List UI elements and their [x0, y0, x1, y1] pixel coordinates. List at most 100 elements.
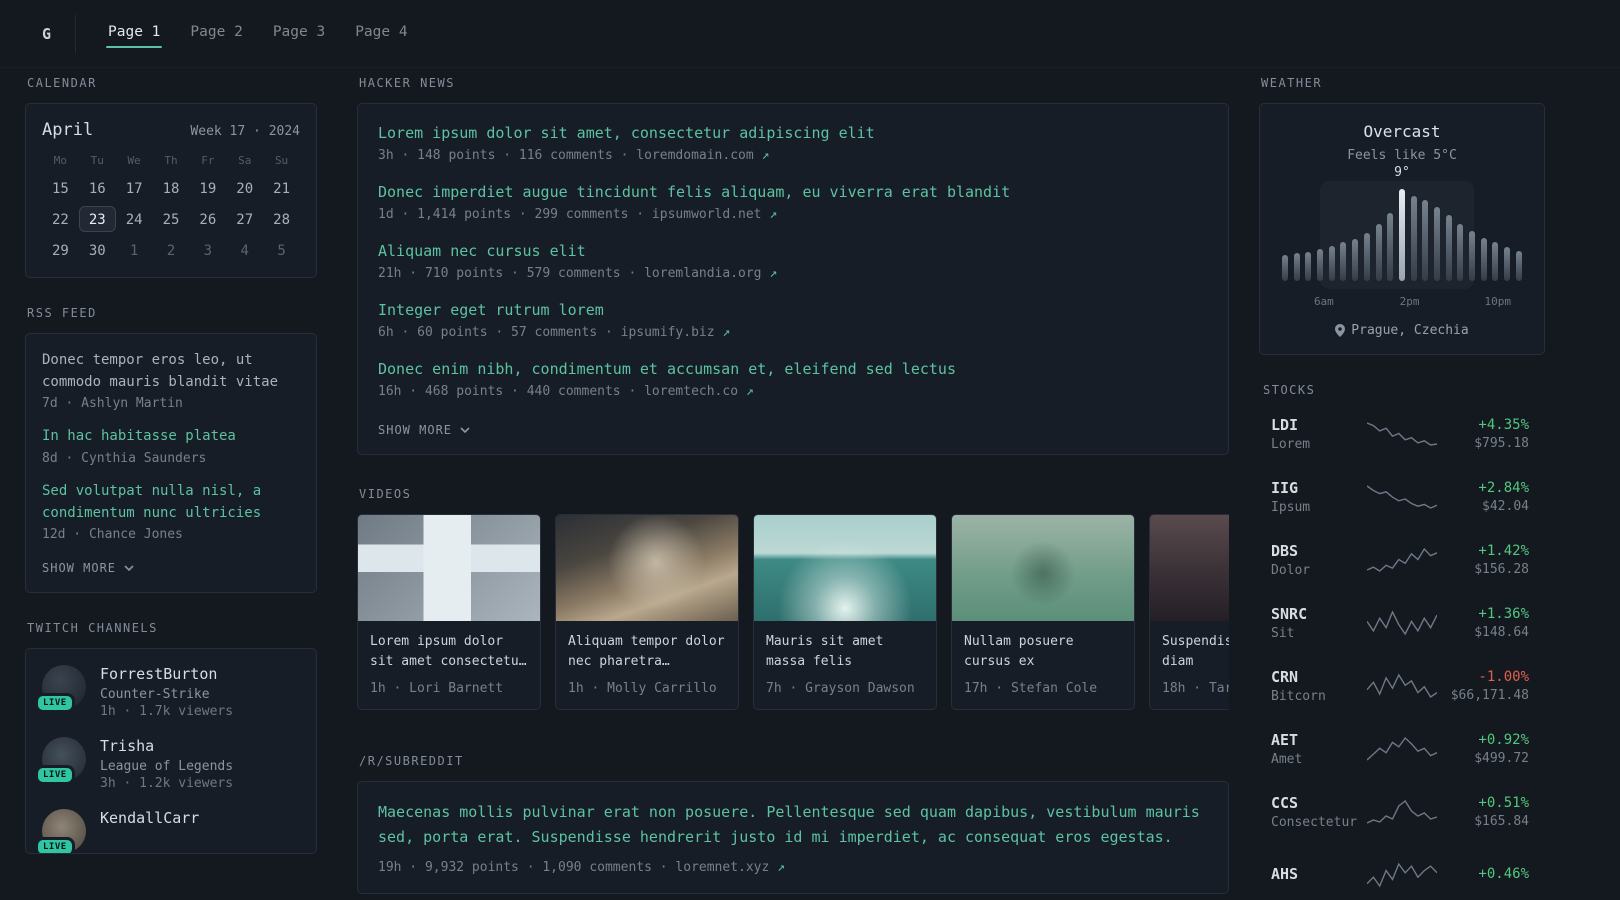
stock-row[interactable]: AET Amet +0.92% $499.72: [1271, 725, 1529, 773]
stock-values: -1.00% $66,171.48: [1437, 669, 1529, 703]
rss-show-more-button[interactable]: SHOW MORE: [42, 561, 134, 575]
stock-row[interactable]: AHS +0.46%: [1271, 851, 1529, 899]
calendar-month: April: [42, 120, 94, 140]
post-title[interactable]: Maecenas mollis pulvinar erat non posuer…: [378, 800, 1208, 850]
video-card[interactable]: Mauris sit amet massa felis 7h · Grayson…: [753, 514, 937, 711]
channel-avatar: LIVE: [35, 737, 86, 786]
rss-item: In hac habitasse platea 8d · Cynthia Sau…: [42, 426, 300, 466]
video-card[interactable]: Lorem ipsum dolor sit amet consectetu… 1…: [357, 514, 541, 711]
external-link-icon[interactable]: ↗: [777, 860, 785, 875]
rss-item-title[interactable]: Donec tempor eros leo, ut commodo mauris…: [42, 350, 300, 393]
external-link-icon[interactable]: ↗: [746, 384, 754, 399]
news-meta-text: 6h · 60 points · 57 comments · ipsumify.…: [378, 325, 723, 340]
stock-id: CCS Consectetur: [1271, 794, 1367, 830]
news-title[interactable]: Integer eget rutrum lorem: [378, 301, 1208, 319]
video-card[interactable]: Nullam posuere cursus ex 17h · Stefan Co…: [951, 514, 1135, 711]
time-label: 10pm: [1484, 295, 1512, 308]
video-thumbnail: [754, 515, 936, 621]
tab-page-2[interactable]: Page 2: [178, 12, 254, 56]
rss-item-title[interactable]: In hac habitasse platea: [42, 426, 300, 448]
right-column: WEATHER Overcast Feels like 5°C 9° 6am 2…: [1259, 76, 1545, 900]
weather-highlight-label: 9°: [1394, 165, 1410, 180]
stock-sparkline: [1367, 862, 1437, 888]
news-title[interactable]: Lorem ipsum dolor sit amet, consectetur …: [378, 124, 1208, 142]
channel-avatar: LIVE: [35, 665, 86, 714]
calendar-weekday: Mo: [53, 154, 68, 167]
rss-widget: RSS FEED Donec tempor eros leo, ut commo…: [25, 306, 317, 594]
stock-symbol: IIG: [1271, 479, 1299, 497]
video-meta: 18h · Tara: [1162, 681, 1229, 697]
stock-name: Consectetur: [1271, 815, 1358, 830]
chevron-down-icon: [460, 427, 470, 433]
twitch-widget: TWITCH CHANNELS LIVE ForrestBurton Count…: [25, 621, 317, 855]
weather-bars: [1282, 189, 1522, 281]
rss-section-title: RSS FEED: [27, 306, 97, 320]
twitch-card: LIVE ForrestBurton Counter-Strike 1h · 1…: [25, 648, 317, 855]
news-title[interactable]: Aliquam nec cursus elit: [378, 242, 1208, 260]
stock-change: +0.51%: [1478, 795, 1529, 811]
stock-row[interactable]: IIG Ipsum +2.84% $42.04: [1271, 473, 1529, 521]
news-title[interactable]: Donec imperdiet augue tincidunt felis al…: [378, 183, 1208, 201]
weather-bar: [1492, 242, 1499, 281]
videos-widget: VIDEOS Lorem ipsum dolor sit amet consec…: [357, 487, 1229, 711]
page-tabs[interactable]: Page 1 Page 2 Page 3 Page 4: [96, 12, 420, 56]
stock-id: CRN Bitcorn: [1271, 668, 1367, 704]
external-link-icon[interactable]: ↗: [722, 325, 730, 340]
channel-info: Trisha League of Legends 3h · 1.2k viewe…: [100, 737, 233, 791]
news-title[interactable]: Donec enim nibh, condimentum et accumsan…: [378, 360, 1208, 378]
calendar-weekdays: Mo Tu We Th Fr Sa Su: [42, 154, 300, 167]
tab-page-1[interactable]: Page 1: [96, 12, 172, 56]
stock-price: $66,171.48: [1450, 688, 1529, 703]
news-item: Donec enim nibh, condimentum et accumsan…: [378, 360, 1208, 399]
external-link-icon[interactable]: ↗: [769, 207, 777, 222]
tab-page-4[interactable]: Page 4: [343, 12, 419, 56]
channel-meta: 1h · 1.7k viewers: [100, 704, 234, 720]
stock-row[interactable]: LDI Lorem +4.35% $795.18: [1271, 410, 1529, 458]
weather-bar: [1469, 231, 1475, 281]
video-title: Nullam posuere cursus ex: [964, 634, 1074, 670]
weather-bar: [1445, 214, 1452, 281]
calendar-day: 16: [88, 181, 106, 197]
weather-section-title: WEATHER: [1261, 76, 1323, 90]
stock-values: +1.42% $156.28: [1437, 543, 1529, 577]
calendar-day: 1: [129, 243, 139, 259]
weather-bar: [1363, 233, 1370, 281]
center-column: HACKER NEWS Lorem ipsum dolor sit amet, …: [357, 76, 1229, 900]
calendar-section-title: CALENDAR: [27, 76, 97, 90]
weather-bar: [1504, 246, 1511, 281]
stock-values: +0.46%: [1437, 866, 1529, 885]
calendar-widget: CALENDAR April Week 17 · 2024 Mo Tu We Th Fr…: [25, 76, 317, 278]
channel-game: Counter-Strike: [100, 687, 210, 703]
calendar-day: 17: [125, 181, 143, 197]
stock-values: +0.92% $499.72: [1437, 732, 1529, 766]
videos-row[interactable]: Lorem ipsum dolor sit amet consectetu… 1…: [357, 514, 1229, 711]
calendar-grid: 15 16 17 18 19 20 21 22 23 24 25 26 27 28 29 30 1 2 3 4 5: [42, 175, 300, 263]
stock-price: $156.28: [1474, 562, 1529, 577]
stock-row[interactable]: SNRC Sit +1.36% $148.64: [1271, 599, 1529, 647]
twitch-channel[interactable]: LIVE ForrestBurton Counter-Strike 1h · 1…: [35, 665, 300, 720]
rss-item-title[interactable]: Sed volutpat nulla nisl, a condimentum n…: [42, 481, 300, 524]
news-meta-text: 3h · 148 points · 116 comments · loremdo…: [378, 148, 762, 163]
video-card[interactable]: Aliquam tempor dolor nec pharetra… 1h · …: [555, 514, 739, 711]
weather-bar: [1480, 237, 1487, 281]
video-meta: 1h · Lori Barnett: [370, 681, 504, 697]
stock-price: $148.64: [1474, 625, 1529, 640]
hackernews-show-more-button[interactable]: SHOW MORE: [378, 423, 470, 437]
stock-row[interactable]: DBS Dolor +1.42% $156.28: [1271, 536, 1529, 584]
external-link-icon[interactable]: ↗: [762, 148, 770, 163]
tab-page-3[interactable]: Page 3: [261, 12, 337, 56]
stock-row[interactable]: CCS Consectetur +0.51% $165.84: [1271, 788, 1529, 836]
twitch-channel[interactable]: LIVE Trisha League of Legends 3h · 1.2k …: [35, 737, 300, 791]
stock-change: +0.92%: [1478, 732, 1529, 748]
stock-change: +4.35%: [1478, 417, 1529, 433]
channel-info: KendallCarr: [100, 809, 199, 853]
video-card[interactable]: Suspendisse diam 18h · Tara: [1149, 514, 1229, 711]
calendar-day: 18: [162, 181, 180, 197]
twitch-channel[interactable]: LIVE KendallCarr: [35, 809, 300, 854]
external-link-icon[interactable]: ↗: [769, 266, 777, 281]
stock-name: Bitcorn: [1271, 689, 1326, 704]
calendar-weekday: Sa: [238, 154, 252, 167]
calendar-day: 15: [51, 181, 69, 197]
stock-row[interactable]: CRN Bitcorn -1.00% $66,171.48: [1271, 662, 1529, 710]
stock-change: +0.46%: [1478, 865, 1529, 882]
